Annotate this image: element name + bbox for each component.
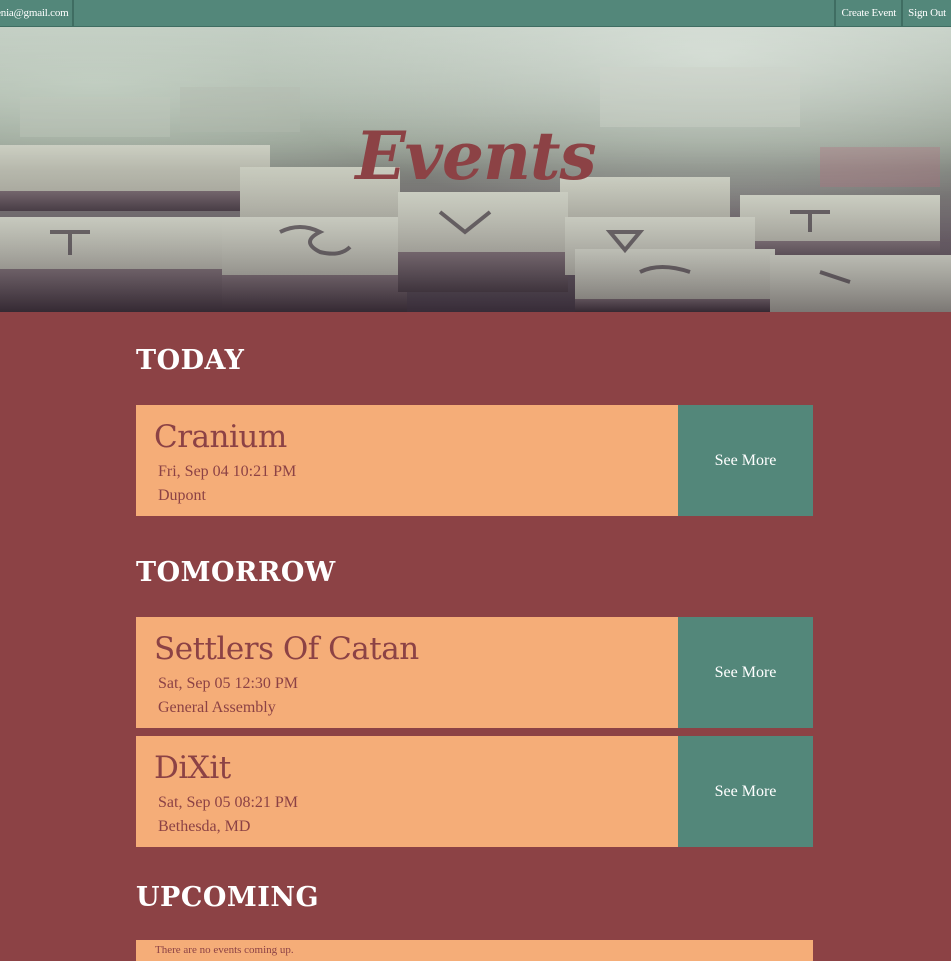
section-heading-tomorrow: TOMORROW	[136, 557, 336, 588]
see-more-button[interactable]: See More	[678, 617, 813, 728]
user-email: senia@gmail.com	[0, 0, 75, 26]
hero-banner: Events	[0, 27, 951, 312]
section-heading-upcoming: UPCOMING	[136, 882, 320, 913]
event-card: DiXit Sat, Sep 05 08:21 PM Bethesda, MD …	[136, 736, 813, 847]
event-info: Cranium Fri, Sep 04 10:21 PM Dupont	[136, 405, 678, 516]
page-title: Events	[355, 117, 596, 195]
top-nav-bar: senia@gmail.com Create Event Sign Out	[0, 0, 951, 27]
event-card: Settlers Of Catan Sat, Sep 05 12:30 PM G…	[136, 617, 813, 728]
event-info: Settlers Of Catan Sat, Sep 05 12:30 PM G…	[136, 617, 678, 728]
event-date: Fri, Sep 04 10:21 PM	[158, 463, 297, 480]
event-date: Sat, Sep 05 12:30 PM	[158, 675, 299, 692]
see-more-button[interactable]: See More	[678, 405, 813, 516]
event-name: Cranium	[154, 419, 287, 455]
event-info: DiXit Sat, Sep 05 08:21 PM Bethesda, MD	[136, 736, 678, 847]
event-name: Settlers Of Catan	[154, 631, 419, 667]
create-event-button[interactable]: Create Event	[834, 0, 901, 26]
event-name: DiXit	[154, 750, 231, 786]
event-card: Cranium Fri, Sep 04 10:21 PM Dupont See …	[136, 405, 813, 516]
event-location: Bethesda, MD	[158, 818, 251, 835]
event-location: Dupont	[158, 487, 206, 504]
events-list: TODAY Cranium Fri, Sep 04 10:21 PM Dupon…	[136, 312, 813, 961]
sign-out-button[interactable]: Sign Out	[901, 0, 951, 26]
event-location: General Assembly	[158, 699, 276, 716]
see-more-button[interactable]: See More	[678, 736, 813, 847]
event-date: Sat, Sep 05 08:21 PM	[158, 794, 299, 811]
section-heading-today: TODAY	[136, 345, 245, 376]
